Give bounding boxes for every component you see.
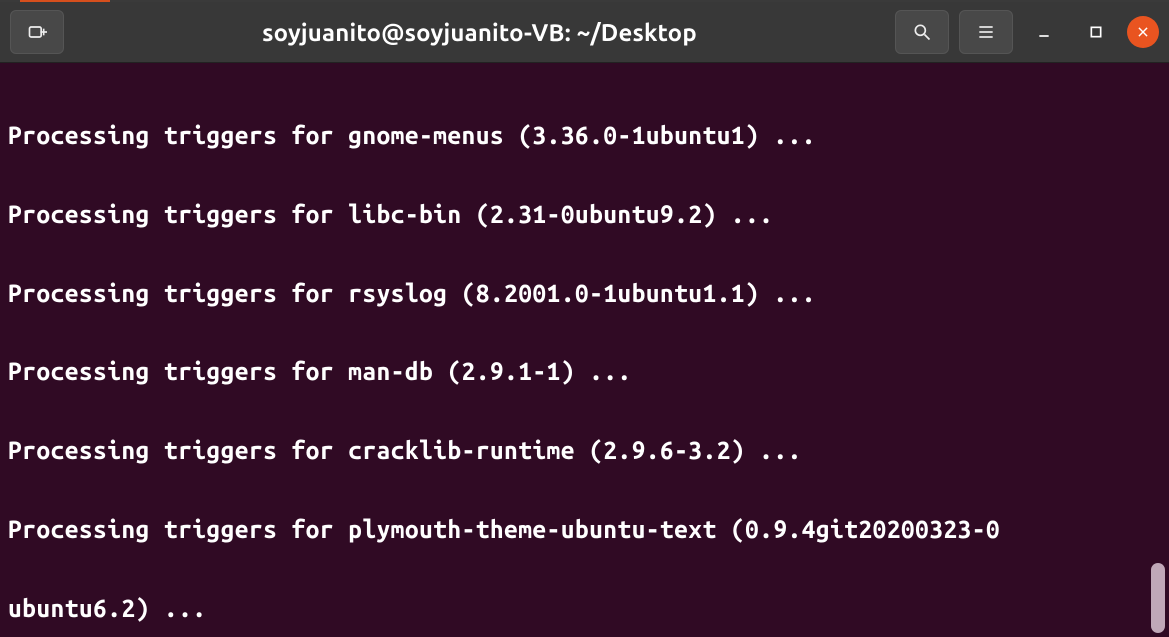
terminal-line: Processing triggers for gnome-menus (3.3… xyxy=(8,122,1167,148)
terminal-line: Processing triggers for man-db (2.9.1-1)… xyxy=(8,358,1167,384)
window-title: soyjuanito@soyjuanito-VB: ~/Desktop xyxy=(72,19,887,46)
close-button[interactable] xyxy=(1127,16,1159,48)
menu-button[interactable] xyxy=(959,10,1013,54)
maximize-icon xyxy=(1088,24,1104,40)
scrollbar-thumb[interactable] xyxy=(1151,563,1165,633)
terminal-line: ubuntu6.2) ... xyxy=(8,595,1167,621)
terminal-line: Processing triggers for libc-bin (2.31-0… xyxy=(8,201,1167,227)
search-icon xyxy=(912,22,932,42)
close-icon xyxy=(1136,25,1150,39)
minimize-icon xyxy=(1036,24,1052,40)
maximize-button[interactable] xyxy=(1075,11,1117,53)
terminal-line: Processing triggers for rsyslog (8.2001.… xyxy=(8,280,1167,306)
hamburger-icon xyxy=(976,22,996,42)
new-tab-icon xyxy=(27,22,47,42)
terminal-viewport[interactable]: Processing triggers for gnome-menus (3.3… xyxy=(0,63,1169,637)
terminal-line: Processing triggers for cracklib-runtime… xyxy=(8,437,1167,463)
terminal-window: soyjuanito@soyjuanito-VB: ~/Desktop xyxy=(0,0,1169,637)
new-tab-button[interactable] xyxy=(10,10,64,54)
search-button[interactable] xyxy=(895,10,949,54)
minimize-button[interactable] xyxy=(1023,11,1065,53)
terminal-line: Processing triggers for plymouth-theme-u… xyxy=(8,516,1167,542)
titlebar-right-group xyxy=(895,10,1159,54)
titlebar[interactable]: soyjuanito@soyjuanito-VB: ~/Desktop xyxy=(0,2,1169,63)
